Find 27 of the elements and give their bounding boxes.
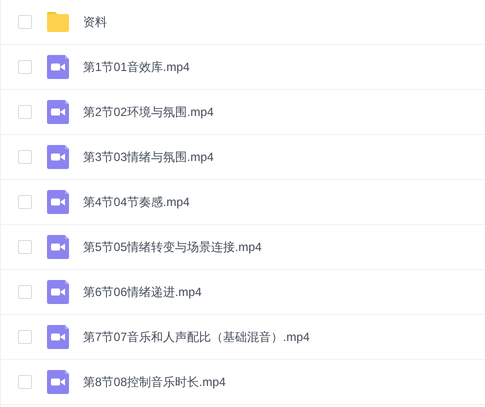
video-file-icon [47,370,69,394]
checkbox[interactable] [18,15,32,29]
checkbox[interactable] [18,105,32,119]
video-file-icon [47,145,69,169]
folder-icon [46,11,70,33]
file-name[interactable]: 第4节04节奏感.mp4 [83,193,190,211]
video-file-icon [47,235,69,259]
checkbox[interactable] [18,285,32,299]
checkbox[interactable] [18,330,32,344]
video-file-icon [47,280,69,304]
file-name[interactable]: 第1节01音效库.mp4 [83,58,190,76]
checkbox[interactable] [18,150,32,164]
file-name[interactable]: 第2节02环境与氛围.mp4 [83,103,214,121]
checkbox[interactable] [18,240,32,254]
checkbox[interactable] [18,195,32,209]
video-file-icon [47,100,69,124]
video-file-icon [47,325,69,349]
checkbox[interactable] [18,60,32,74]
file-name[interactable]: 第5节05情绪转变与场景连接.mp4 [83,238,262,256]
file-name[interactable]: 第3节03情绪与氛围.mp4 [83,148,214,166]
file-name[interactable]: 第7节07音乐和人声配比（基础混音）.mp4 [83,328,310,346]
file-name[interactable]: 第6节06情绪递进.mp4 [83,283,202,301]
checkbox[interactable] [18,375,32,389]
video-file-icon [47,55,69,79]
file-name[interactable]: 资料 [83,13,107,31]
file-name[interactable]: 第8节08控制音乐时长.mp4 [83,373,226,391]
video-file-icon [47,190,69,214]
